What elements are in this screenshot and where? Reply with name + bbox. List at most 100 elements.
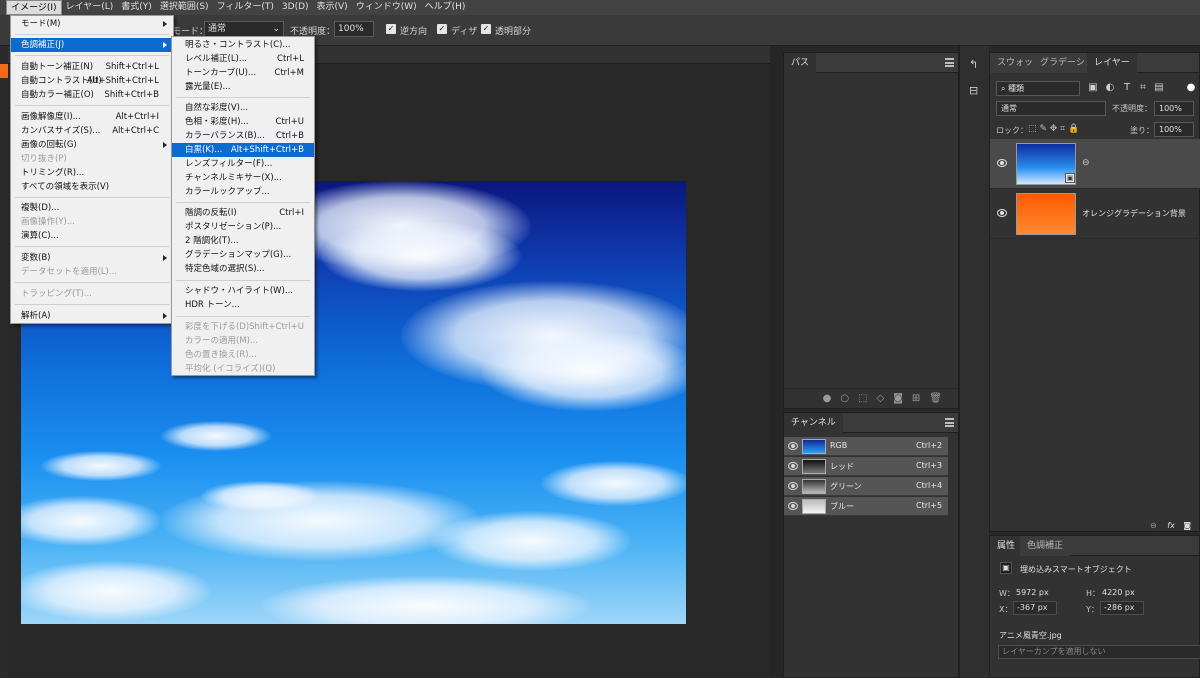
image-menu-item[interactable]: 自動カラー補正(O) Shift+Ctrl+B — [11, 88, 173, 102]
properties-icon[interactable]: ⊟ — [969, 84, 978, 97]
eye-icon[interactable] — [788, 442, 798, 450]
tab-adjustments[interactable]: 色調補正 — [1020, 536, 1071, 556]
y-input[interactable]: -286 px — [1100, 601, 1144, 615]
reverse-checkbox[interactable]: ✓ — [386, 24, 396, 34]
menu-1[interactable]: レイヤー(L) — [62, 0, 118, 15]
adjust-menu-item[interactable]: ポスタリゼーション(P)... — [172, 220, 314, 234]
trash-icon[interactable]: 🗑 — [929, 393, 942, 404]
object-type: 埋め込みスマートオブジェクト — [1020, 565, 1132, 574]
transparency-checkbox[interactable]: ✓ — [481, 24, 491, 34]
canvas-scrollbar[interactable] — [770, 46, 783, 678]
menu-6[interactable]: 表示(V) — [313, 0, 352, 15]
new-path-icon[interactable]: ⊞ — [912, 393, 920, 404]
image-menu-item[interactable]: 画像の回転(G) — [11, 138, 173, 152]
image-menu-item[interactable]: すべての領域を表示(V) — [11, 180, 173, 194]
adjust-menu-item[interactable]: 白黒(K)... Alt+Shift+Ctrl+B — [172, 143, 314, 157]
layer-opacity-input[interactable]: 100% — [1154, 101, 1194, 116]
layer-row-smart-object[interactable]: ▣ ⊖ — [990, 139, 1200, 189]
layer-row-orange-gradient[interactable]: オレンジグラデーション背景 — [990, 189, 1200, 239]
eye-icon[interactable] — [997, 209, 1007, 217]
adjust-menu-item[interactable]: 特定色域の選択(S)... — [172, 262, 314, 276]
image-menu-item[interactable]: 変数(B) — [11, 251, 173, 265]
image-menu-item[interactable]: 複製(D)... — [11, 201, 173, 215]
dither-label: ディザ — [451, 27, 478, 37]
menu-3[interactable]: 選択範囲(S) — [156, 0, 213, 15]
image-menu-item[interactable]: 画像解像度(I)... Alt+Ctrl+I — [11, 110, 173, 124]
link-layers-icon[interactable]: ⊖ — [1150, 521, 1157, 530]
image-menu-item[interactable]: 自動コントラスト(U) Alt+Shift+Ctrl+L — [11, 74, 173, 88]
adjustment-filter-icon[interactable]: ◐ — [1105, 83, 1115, 93]
kind-filter-select[interactable]: ⌕ 種類 — [996, 81, 1080, 96]
add-mask-icon[interactable]: ◙ — [893, 393, 903, 404]
panel-menu-icon[interactable] — [945, 418, 954, 427]
adjust-menu-item[interactable]: 色相・彩度(H)... Ctrl+U — [172, 115, 314, 129]
shape-filter-icon[interactable]: ⌗ — [1138, 83, 1148, 93]
x-input[interactable]: -367 px — [1013, 601, 1057, 615]
channel-row-blue[interactable]: ブルー Ctrl+5 — [784, 497, 948, 516]
adjust-menu-item[interactable]: トーンカーブ(U)... Ctrl+M — [172, 66, 314, 80]
image-menu-item-label: 自動カラー補正(O) — [21, 90, 94, 100]
type-filter-icon[interactable]: T — [1122, 83, 1132, 93]
channel-row-red[interactable]: レッド Ctrl+3 — [784, 457, 948, 476]
eye-icon[interactable] — [788, 502, 798, 510]
make-path-icon[interactable]: ◇ — [877, 393, 885, 404]
load-selection-icon[interactable]: ⬚ — [858, 393, 867, 404]
adjust-menu-item[interactable]: シャドウ・ハイライト(W)... — [172, 284, 314, 298]
menu-0[interactable]: イメージ(I) — [6, 0, 62, 15]
image-menu-item[interactable]: モード(M) — [11, 17, 173, 31]
image-menu-item[interactable]: 色調補正(J) — [11, 38, 173, 52]
image-menu-item[interactable]: カンバスサイズ(S)... Alt+Ctrl+C — [11, 124, 173, 138]
history-icon[interactable]: ↰ — [969, 58, 978, 71]
adjust-menu-item-label: チャンネルミキサー(X)... — [185, 173, 282, 183]
image-menu-item[interactable]: 演算(C)... — [11, 229, 173, 243]
adjust-menu-item[interactable]: 露光量(E)... — [172, 80, 314, 94]
fill-input[interactable]: 100% — [1154, 122, 1194, 137]
adjust-menu-item[interactable]: グラデーションマップ(G)... — [172, 248, 314, 262]
image-menu-item[interactable]: 解析(A) — [11, 309, 173, 323]
smart-object-filter-icon[interactable]: ▤ — [1154, 83, 1164, 93]
submenu-arrow-icon — [163, 42, 167, 48]
tab-layers[interactable]: レイヤー — [1087, 53, 1137, 73]
channel-row-green[interactable]: グリーン Ctrl+4 — [784, 477, 948, 496]
adjust-menu-item[interactable]: 明るさ・コントラスト(C)... — [172, 38, 314, 52]
opacity-input[interactable]: 100% — [334, 21, 374, 37]
menu-7[interactable]: ウィンドウ(W) — [352, 0, 421, 15]
mask-icon[interactable]: ◙ — [1183, 521, 1191, 530]
menu-5[interactable]: 3D(D) — [278, 0, 313, 15]
eye-icon[interactable] — [788, 482, 798, 490]
tab-channels[interactable]: チャンネル — [784, 413, 843, 433]
eye-icon[interactable] — [997, 159, 1007, 167]
dither-checkbox[interactable]: ✓ — [437, 24, 447, 34]
image-menu-item[interactable]: トリミング(R)... — [11, 166, 173, 180]
adjust-menu-item[interactable]: HDR トーン... — [172, 298, 314, 312]
adjust-menu-item[interactable]: レベル補正(L)... Ctrl+L — [172, 52, 314, 66]
menu-4[interactable]: フィルター(T) — [213, 0, 278, 15]
tab-paths[interactable]: パス — [784, 53, 817, 73]
mode-select[interactable]: 通常 ⌄ — [204, 21, 284, 37]
blend-mode-select[interactable]: 通常 — [996, 101, 1106, 116]
stroke-path-icon[interactable]: ○ — [840, 393, 849, 404]
menu-8[interactable]: ヘルプ(H) — [421, 0, 470, 15]
pixel-filter-icon[interactable]: ▣ — [1088, 83, 1098, 93]
eye-icon[interactable] — [788, 462, 798, 470]
panel-menu-icon[interactable] — [945, 58, 954, 67]
menu-2[interactable]: 書式(Y) — [117, 0, 156, 15]
adjust-menu-item[interactable]: カラールックアップ... — [172, 185, 314, 199]
adjust-menu-item[interactable]: チャンネルミキサー(X)... — [172, 171, 314, 185]
channel-row-rgb[interactable]: RGB Ctrl+2 — [784, 437, 948, 456]
link-icon[interactable]: ⊖ — [1082, 158, 1090, 168]
adjust-menu-item[interactable]: 2 階調化(T)... — [172, 234, 314, 248]
layer-comp-select[interactable]: レイヤーカンプを適用しない — [998, 645, 1200, 659]
filter-toggle-icon[interactable]: ● — [1186, 83, 1196, 93]
adjust-menu-item[interactable]: 階調の反転(I) Ctrl+I — [172, 206, 314, 220]
fx-icon[interactable]: fx — [1167, 521, 1175, 530]
tab-properties[interactable]: 属性 — [990, 536, 1023, 556]
channel-thumbnail — [802, 459, 826, 474]
adjust-menu-item[interactable]: 自然な彩度(V)... — [172, 101, 314, 115]
tool-indicator[interactable] — [0, 64, 8, 78]
lock-icons[interactable]: ⬚ ✎ ✥ ⌗ 🔒 — [1028, 124, 1079, 134]
adjust-menu-item[interactable]: レンズフィルター(F)... — [172, 157, 314, 171]
adjust-menu-item[interactable]: カラーバランス(B)... Ctrl+B — [172, 129, 314, 143]
image-menu-item[interactable]: 自動トーン補正(N) Shift+Ctrl+L — [11, 60, 173, 74]
fill-path-icon[interactable]: ● — [823, 393, 832, 404]
